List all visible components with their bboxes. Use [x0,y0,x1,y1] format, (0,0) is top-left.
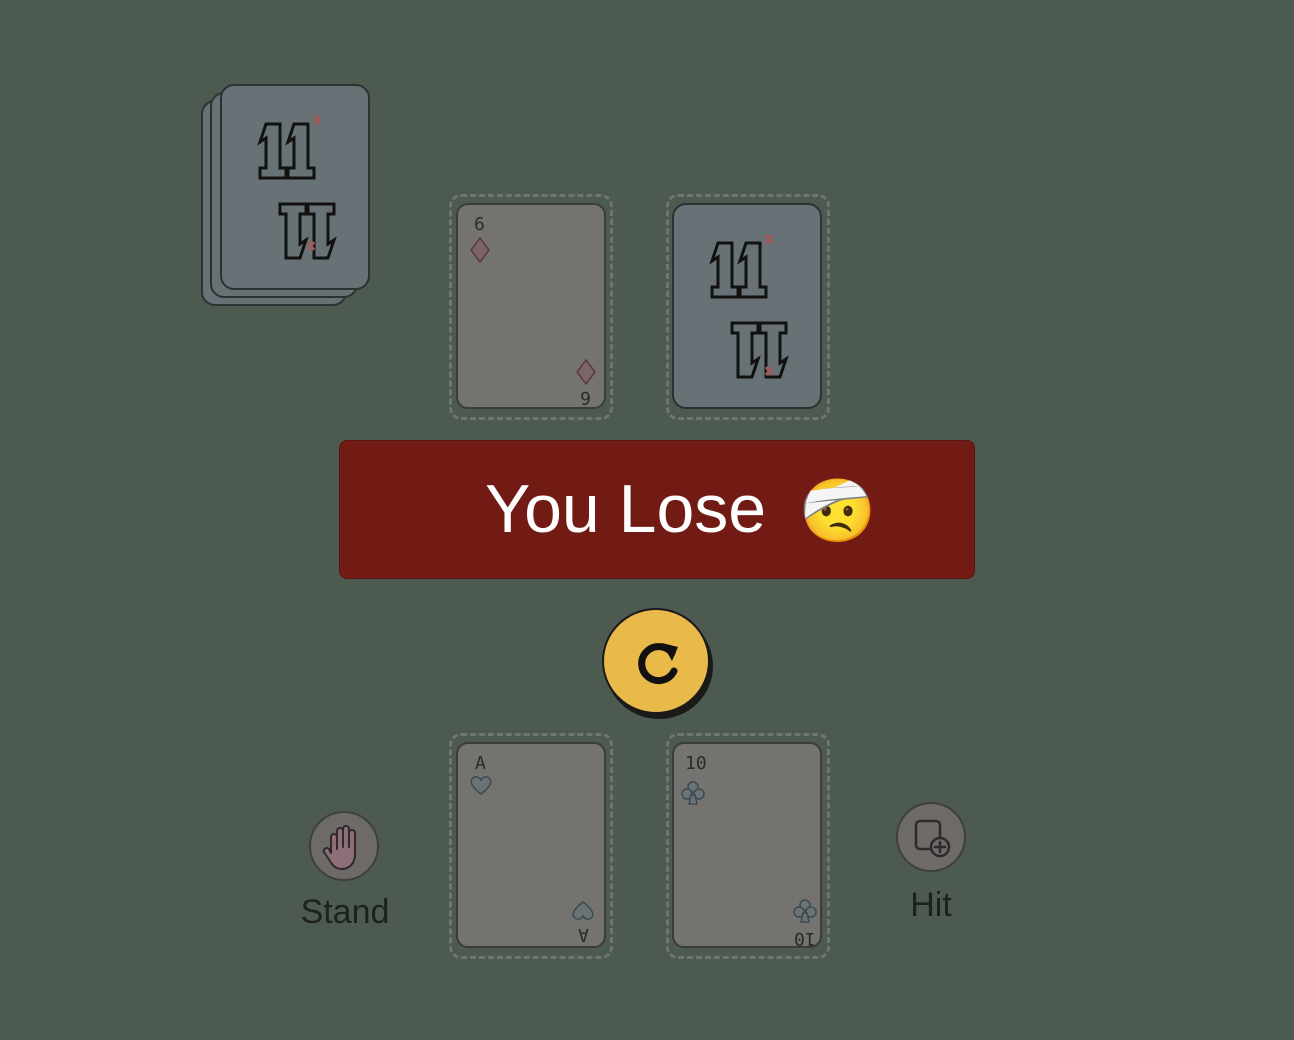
card-rank: 10 [685,753,707,774]
card-rank-flipped: 6 [580,387,591,408]
diamond-icon [576,359,596,385]
stand-button[interactable] [309,811,379,881]
result-text: You Lose [485,471,767,547]
diamond-icon [470,237,490,263]
eleven-logo-icon [257,115,337,260]
dealer-card-2-hidden [672,203,822,409]
heart-icon [470,776,492,795]
heart-icon [572,901,594,920]
add-card-icon [914,819,951,858]
restart-button[interactable] [602,608,710,714]
result-message: You Lose 🤕 [485,471,876,550]
result-banner: You Lose 🤕 [339,440,975,579]
hand-icon [322,825,356,870]
player-card-1: A A [456,742,606,948]
card-rank-flipped: A [578,924,589,945]
hit-label[interactable]: Hit [891,886,971,925]
card-rank: A [475,753,486,774]
dealer-card-1: 6 6 [456,203,606,409]
bandaged-face-emoji-icon: 🤕 [799,477,877,546]
stand-label[interactable]: Stand [295,893,395,932]
hit-button[interactable] [896,802,966,872]
club-icon [681,781,705,805]
restart-icon [638,643,678,685]
player-card-2: 10 10 [672,742,822,949]
eleven-logo-icon [709,234,789,379]
card-rank: 6 [474,214,485,235]
deck-top-card [220,84,370,290]
card-rank-flipped: 10 [794,928,816,949]
club-icon [793,899,817,923]
